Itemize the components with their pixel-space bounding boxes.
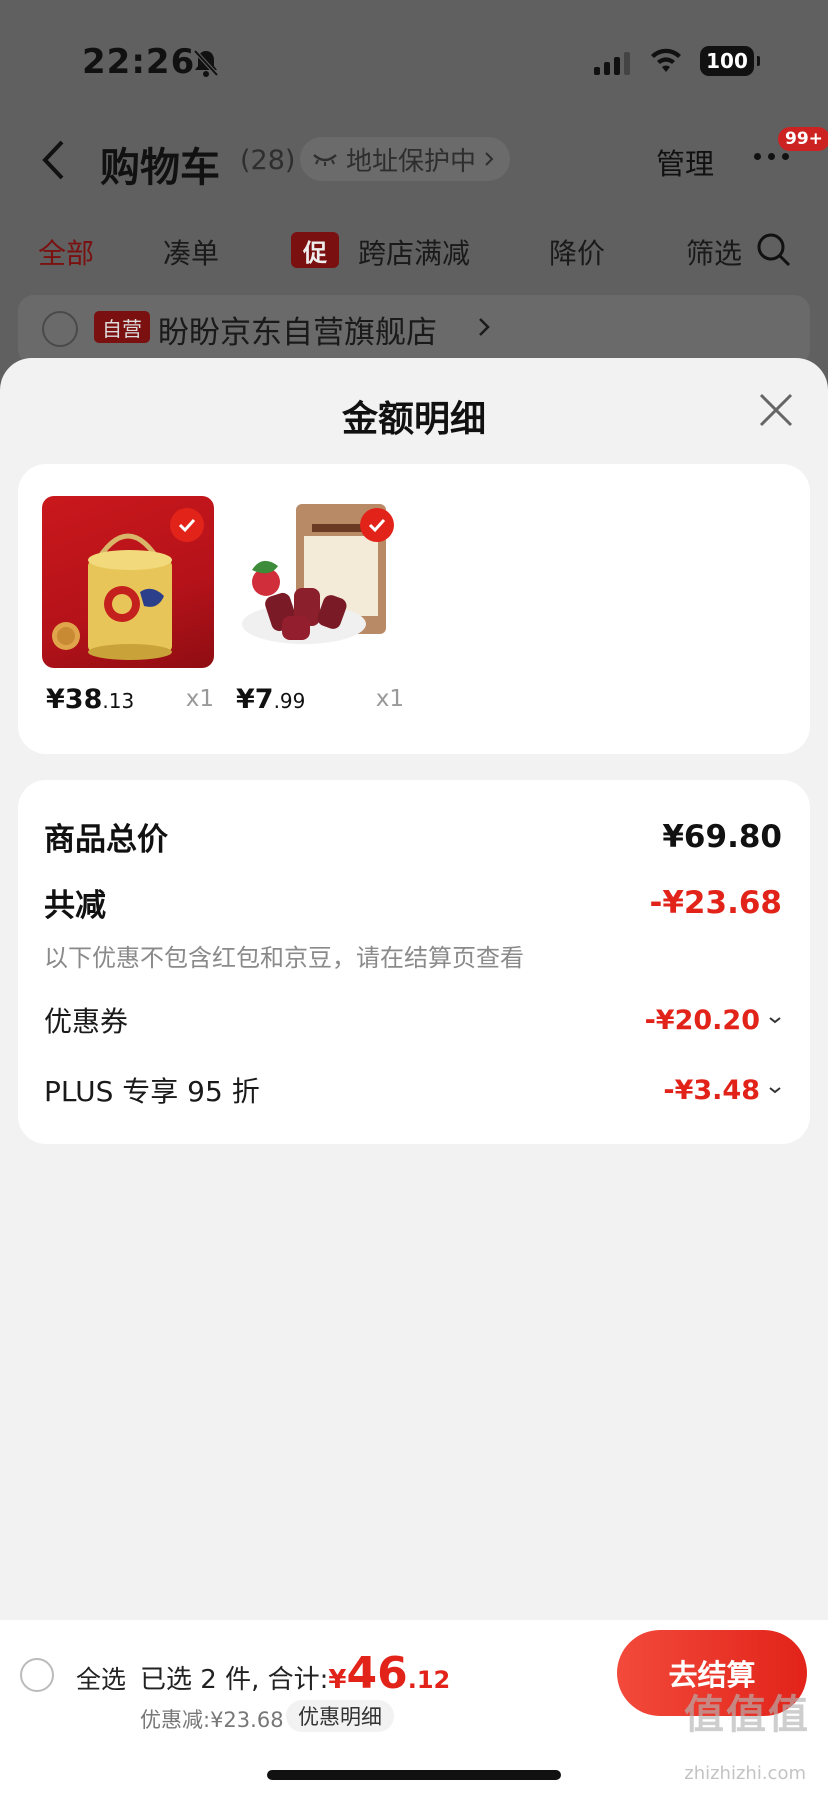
tab-all[interactable]: 全部: [38, 232, 94, 272]
bell-muted-icon: [192, 48, 220, 82]
eye-closed-icon: [312, 144, 338, 174]
discount-detail-button[interactable]: 优惠明细: [286, 1700, 394, 1732]
product-image-mooncake-tin: [42, 496, 214, 668]
self-operated-tag: 自营: [94, 311, 150, 343]
status-time: 22:26: [82, 42, 196, 82]
battery-indicator: 100: [700, 46, 760, 76]
product-quantity: x1: [375, 686, 404, 712]
sheet-title: 金额明细: [341, 399, 486, 440]
close-icon[interactable]: [758, 392, 794, 432]
product-item[interactable]: ¥38.13 x1: [42, 496, 214, 715]
cart-navbar: 购物车 (28) 地址保护中 管理 99+: [0, 125, 828, 195]
tab-cross-store[interactable]: 跨店满减: [358, 232, 470, 272]
total-amount-int: 46: [346, 1648, 408, 1699]
store-name[interactable]: 盼盼京东自营旗舰店: [158, 307, 437, 352]
total-currency: ¥: [328, 1665, 347, 1695]
wifi-icon: [648, 46, 684, 78]
product-price: ¥7.99: [236, 684, 306, 715]
store-select-radio[interactable]: [42, 311, 78, 347]
discount-total-label: 共减: [44, 888, 106, 924]
search-icon[interactable]: [756, 232, 792, 272]
product-image-hawthorn-rolls: [232, 496, 404, 668]
address-protection-pill[interactable]: 地址保护中: [300, 137, 511, 181]
product-quantity: x1: [185, 686, 214, 712]
promo-tag: 促: [291, 232, 339, 268]
price-breakdown-card: 商品总价 ¥69.80 共减 -¥23.68 以下优惠不包含红包和京豆，请在结算…: [18, 780, 810, 1144]
total-amount-dec: .12: [407, 1666, 451, 1694]
manage-button[interactable]: 管理: [656, 141, 714, 183]
tab-price-drop[interactable]: 降价: [549, 232, 605, 272]
cellular-signal-icon: [594, 52, 630, 75]
store-header: 自营 盼盼京东自营旗舰店: [18, 295, 810, 365]
checked-icon: [360, 508, 394, 542]
chevron-down-icon: [769, 1087, 781, 1094]
discount-total-row: 共减 -¥23.68: [44, 880, 782, 925]
discount-total-value: -¥23.68: [649, 884, 783, 921]
checked-icon: [170, 508, 204, 542]
tab-filter[interactable]: 筛选: [686, 232, 746, 272]
plus-discount-row[interactable]: PLUS 专享 95 折 -¥3.48: [44, 1070, 782, 1110]
selected-products-card: ¥38.13 x1 ¥7.99 x1: [18, 464, 810, 754]
tab-bundle[interactable]: 凑单: [163, 232, 219, 272]
cart-count: (28): [240, 145, 296, 176]
checkout-bar: 全选 已选 2 件, 合计: ¥ 46 .12 优惠减:¥23.68 优惠明细 …: [0, 1620, 828, 1796]
plus-discount-value: -¥3.48: [663, 1075, 782, 1106]
amount-detail-sheet: 金额明细 ¥38.13 x1 ¥7.99 x1 商品总价 ¥69.80 共减 -…: [0, 358, 828, 1796]
message-badge: 99+: [778, 127, 828, 151]
selected-count-text: 已选 2 件, 合计:: [140, 1665, 329, 1695]
cart-page-background: 22:26 100 购物车 (28) 地址保护中 管理 99+ 全部 凑单 促 …: [0, 0, 828, 380]
select-all-radio[interactable]: [20, 1658, 54, 1692]
total-price-row: 商品总价 ¥69.80: [44, 814, 782, 859]
plus-discount-label: PLUS 专享 95 折: [44, 1075, 260, 1108]
watermark-url: zhizhizhi.com: [684, 1763, 806, 1784]
back-arrow-icon[interactable]: [40, 139, 66, 185]
coupon-row[interactable]: 优惠券 -¥20.20: [44, 1000, 782, 1040]
total-price-value: ¥69.80: [662, 818, 782, 855]
saved-amount: 优惠减:¥23.68: [140, 1708, 284, 1732]
address-protection-label: 地址保护中: [346, 146, 477, 177]
chevron-right-icon: [484, 144, 494, 174]
home-indicator: [267, 1770, 561, 1780]
page-title: 购物车: [100, 145, 220, 191]
selected-summary: 已选 2 件, 合计: ¥ 46 .12: [140, 1652, 450, 1696]
watermark-logo: 值值值: [684, 1692, 810, 1738]
coupon-label: 优惠券: [44, 1005, 129, 1038]
chevron-down-icon: [769, 1017, 781, 1024]
select-all-label[interactable]: 全选: [76, 1660, 126, 1696]
more-dots-icon[interactable]: [754, 153, 789, 160]
status-bar: 22:26 100: [0, 40, 828, 84]
product-item[interactable]: ¥7.99 x1: [232, 496, 404, 715]
discount-note: 以下优惠不包含红包和京豆，请在结算页查看: [44, 944, 524, 972]
coupon-value: -¥20.20: [645, 1005, 782, 1036]
product-price: ¥38.13: [46, 684, 135, 715]
chevron-right-icon: [478, 317, 490, 341]
filter-tabs: 全部 凑单 促 跨店满减 降价 筛选: [0, 228, 828, 274]
total-price-label: 商品总价: [44, 822, 168, 858]
